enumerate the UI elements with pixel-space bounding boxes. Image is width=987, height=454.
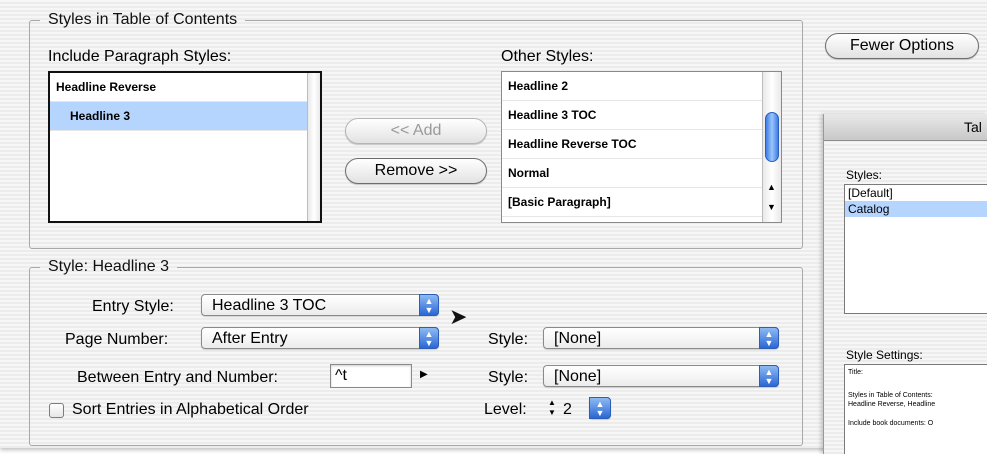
list-item[interactable]: Headline Reverse xyxy=(50,73,320,102)
popup-arrows-icon: ▲ ▼ xyxy=(759,327,779,349)
include-paragraph-styles-label: Include Paragraph Styles: xyxy=(48,48,232,65)
toc-styles-panel: Tal Styles: [Default] Catalog Style Sett… xyxy=(823,114,987,454)
scroll-down-arrow-icon[interactable]: ▼ xyxy=(767,202,776,212)
entry-style-popup[interactable]: Headline 3 TOC ▲ ▼ xyxy=(201,294,439,316)
list-item-label: Headline 3 TOC xyxy=(508,108,597,122)
entry-style-value: Headline 3 TOC xyxy=(212,297,327,314)
settings-line: Include book documents: O xyxy=(848,420,934,427)
list-item-label: Normal xyxy=(508,166,550,180)
page-number-label: Page Number: xyxy=(65,331,169,348)
styles-label: Styles: xyxy=(846,168,883,182)
mouse-cursor-icon: ➤ xyxy=(449,304,468,329)
list-item-label: Headline Reverse TOC xyxy=(508,137,637,151)
other-styles-label: Other Styles: xyxy=(501,48,594,65)
between-entry-label: Between Entry and Number: xyxy=(77,369,278,386)
list-item-label: Headline 2 xyxy=(508,79,569,93)
panel-titlebar: Tal xyxy=(824,114,987,141)
other-styles-list[interactable]: Headline 2 Headline 3 TOC Headline Rever… xyxy=(501,71,782,223)
special-characters-menu-icon[interactable]: ▶ xyxy=(420,369,428,380)
popup-arrows-icon: ▲ ▼ xyxy=(759,365,779,387)
styles-in-toc-legend: Styles in Table of Contents xyxy=(48,11,238,28)
settings-line: Title: xyxy=(848,369,863,376)
list-item[interactable]: Normal xyxy=(502,159,781,188)
popup-arrows-icon: ▲ ▼ xyxy=(419,294,439,316)
style-group-legend: Style: Headline 3 xyxy=(48,258,169,275)
include-styles-list[interactable]: Headline Reverse Headline 3 xyxy=(48,71,322,223)
page-number-popup[interactable]: After Entry ▲ ▼ xyxy=(201,327,439,349)
sort-alphabetical-checkbox[interactable] xyxy=(49,403,64,418)
list-item-label: [Basic Paragraph] xyxy=(508,195,611,209)
between-style-label: Style: xyxy=(488,369,529,386)
popup-arrows-icon: ▲ ▼ xyxy=(589,397,611,419)
list-item[interactable]: Headline 3 TOC xyxy=(502,101,781,130)
scroll-up-arrow-icon[interactable]: ▲ xyxy=(767,182,776,192)
between-entry-field[interactable]: ^t xyxy=(330,364,412,388)
level-value: 2 xyxy=(563,401,572,418)
list-item[interactable]: Headline Reverse TOC xyxy=(502,130,781,159)
scrollbar-thumb[interactable] xyxy=(765,112,779,162)
between-style-popup[interactable]: [None] ▲ ▼ xyxy=(543,365,779,387)
add-button[interactable]: << Add xyxy=(345,118,487,144)
list-item[interactable]: Headline 2 xyxy=(502,72,781,101)
styles-list[interactable]: [Default] Catalog xyxy=(844,184,987,314)
list-item-selected[interactable]: Catalog xyxy=(845,201,987,217)
list-item-label: [Default] xyxy=(848,186,893,200)
list-item[interactable]: [Default] xyxy=(845,185,987,201)
level-stepper-icon[interactable]: ▲ ▼ xyxy=(545,398,559,420)
page-number-value: After Entry xyxy=(212,330,288,347)
list-item-selected[interactable]: Headline 3 xyxy=(50,102,320,131)
settings-line: Styles in Table of Contents: xyxy=(848,392,933,399)
level-popup[interactable]: ▲ ▼ xyxy=(589,397,611,419)
page-number-style-popup[interactable]: [None] ▲ ▼ xyxy=(543,327,779,349)
fewer-options-button[interactable]: Fewer Options xyxy=(825,33,979,59)
list-item-label: Headline Reverse xyxy=(56,80,157,94)
entry-style-label: Entry Style: xyxy=(92,298,174,315)
list-item-label: Catalog xyxy=(848,202,890,216)
between-style-value: [None] xyxy=(554,368,602,385)
style-settings-label: Style Settings: xyxy=(846,348,923,362)
list-item-label: Headline 3 xyxy=(70,109,131,123)
popup-arrows-icon: ▲ ▼ xyxy=(419,327,439,349)
page-number-style-label: Style: xyxy=(488,331,529,348)
settings-line: Headline Reverse, Headline xyxy=(848,401,936,408)
include-list-scrollbar[interactable] xyxy=(307,73,320,221)
list-item[interactable]: [Basic Paragraph] xyxy=(502,188,781,217)
page-number-style-value: [None] xyxy=(554,330,602,347)
remove-button[interactable]: Remove >> xyxy=(345,158,487,184)
other-list-scrollbar[interactable]: ▲ ▼ xyxy=(762,72,781,222)
sort-alphabetical-label: Sort Entries in Alphabetical Order xyxy=(72,401,309,418)
style-settings-box: Title: Styles in Table of Contents: Head… xyxy=(844,364,987,454)
level-label: Level: xyxy=(484,401,527,418)
panel-title: Tal xyxy=(964,119,982,135)
